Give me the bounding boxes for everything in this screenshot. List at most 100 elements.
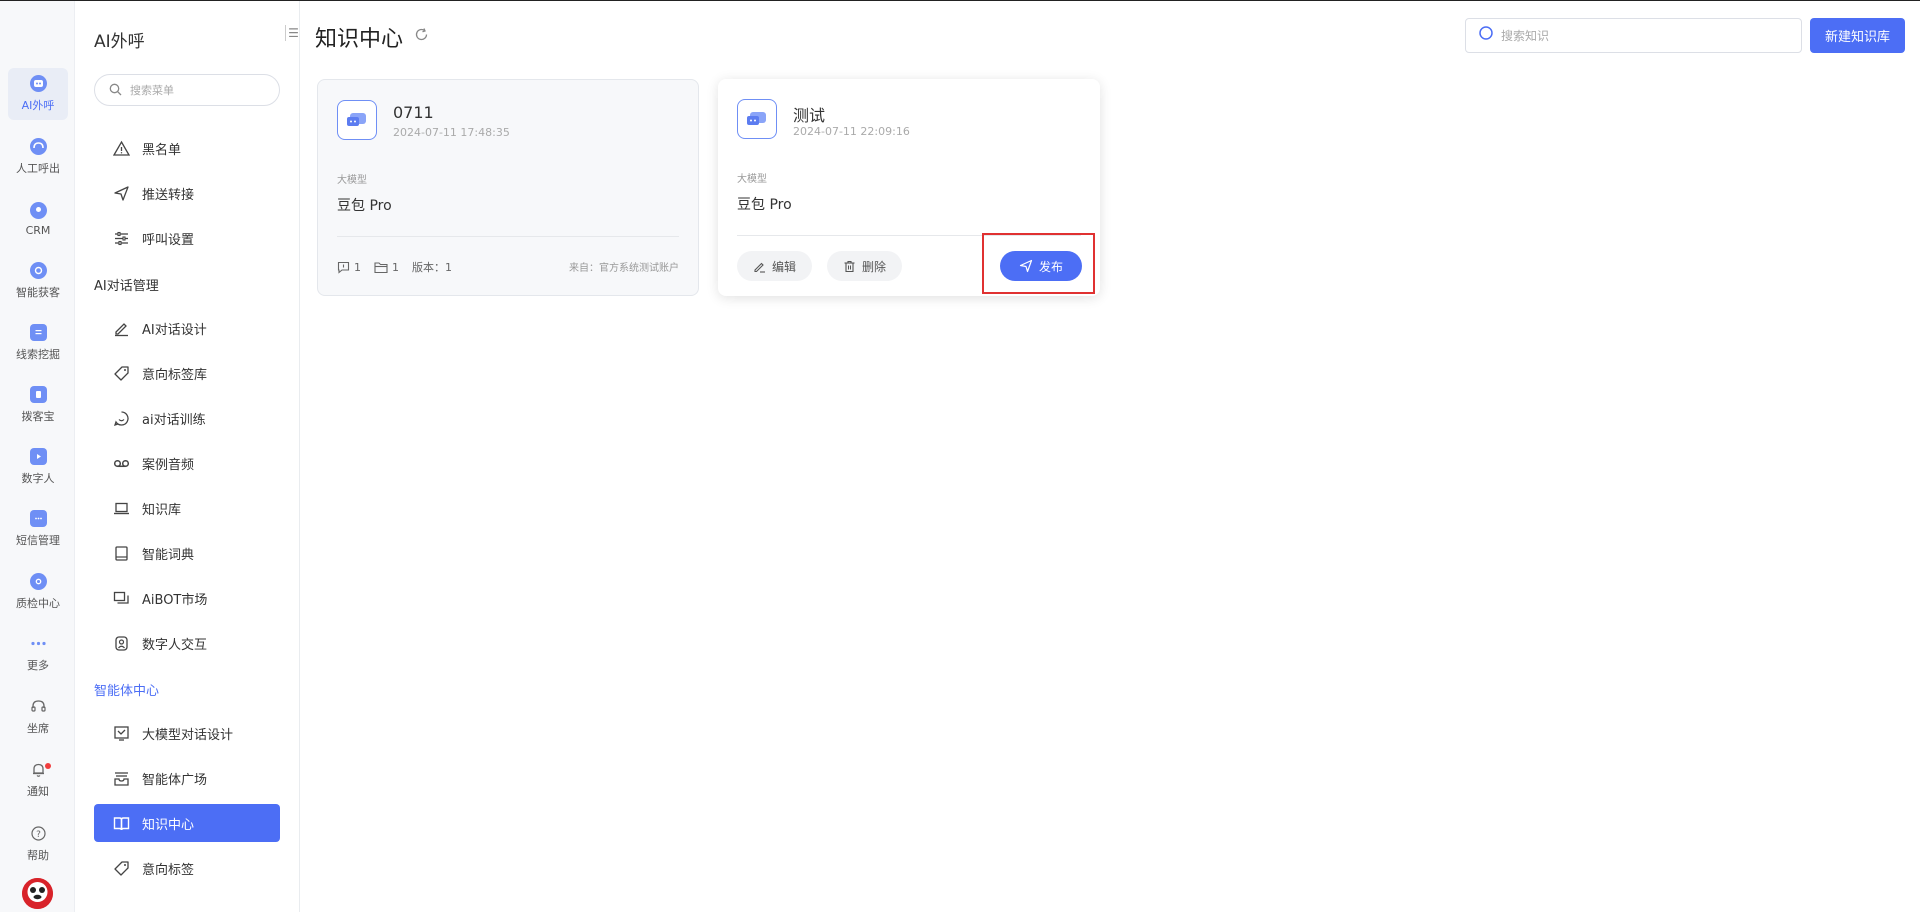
search-icon	[109, 81, 122, 100]
book-icon	[112, 544, 130, 562]
laptop-icon	[112, 499, 130, 517]
robot-icon	[29, 75, 47, 92]
card-name: 0711	[393, 103, 434, 122]
rail-label: 坐席	[27, 722, 49, 735]
icon-rail: AI外呼 人工呼出 CRM 智能获客 线索挖掘 拨客宝 数字人 短信管理 质检中…	[0, 1, 75, 912]
menu-item-llm-dialog-design[interactable]: 大模型对话设计	[94, 714, 280, 752]
rail-item-crm[interactable]: CRM	[8, 193, 68, 245]
svg-text:?: ?	[36, 830, 41, 840]
knowledge-card[interactable]: 测试 2024-07-11 22:09:16 大模型 豆包 Pro 编辑 删除 …	[718, 79, 1100, 296]
menu-search-input[interactable]	[130, 83, 270, 97]
rail-item-bokebao[interactable]: 拨客宝	[8, 379, 68, 431]
rail-item-sms[interactable]: 短信管理	[8, 503, 68, 555]
rail-label: CRM	[25, 223, 51, 237]
rail-label: 人工呼出	[16, 162, 60, 175]
menu-item-aibot-market[interactable]: AiBOT市场	[94, 579, 280, 617]
rail-item-manual-call[interactable]: 人工呼出	[8, 131, 68, 183]
menu-item-case-audio[interactable]: 案例音频	[94, 444, 280, 482]
menu-item-label: AiBOT市场	[142, 592, 208, 608]
menu-item-label: AI对话设计	[142, 322, 207, 338]
collapse-menu-icon[interactable]: ☰	[285, 25, 301, 41]
card-model: 豆包 Pro	[337, 198, 392, 214]
card-source: 来自：官方系统测试账户	[569, 263, 679, 274]
rail-item-smart-acquire[interactable]: 智能获客	[8, 255, 68, 307]
menu-item-label: ai对话训练	[142, 412, 206, 428]
menu-item-label: 智能词典	[142, 547, 195, 563]
knowledge-bot-icon	[737, 99, 777, 139]
rail-item-seat[interactable]: 坐席	[8, 691, 68, 743]
menu-item-label: 意向标签库	[142, 367, 208, 383]
card-model-label: 大模型	[737, 174, 767, 185]
tv-icon	[29, 448, 47, 465]
shield-icon	[29, 573, 47, 590]
comment-icon	[337, 261, 350, 274]
notification-dot	[45, 763, 51, 769]
avatar-icon	[112, 634, 130, 652]
user-avatar[interactable]	[22, 878, 53, 909]
refresh-icon[interactable]	[414, 27, 429, 46]
more-icon	[30, 635, 47, 652]
rail-item-notify[interactable]: 通知	[8, 754, 68, 806]
side-menu: AI外呼 ☰ 黑名单 推送转接 呼叫设置 AI对话管理 AI对话设计	[76, 1, 300, 912]
menu-item-smart-dictionary[interactable]: 智能词典	[94, 534, 280, 572]
rail-label: 线索挖掘	[16, 348, 60, 361]
menu-search-box[interactable]	[94, 74, 280, 106]
card-stats: 1 1 版本：1	[337, 259, 465, 275]
menu-item-label: 知识中心	[142, 817, 195, 833]
knowledge-search-input[interactable]	[1501, 28, 1791, 43]
card-model: 豆包 Pro	[737, 197, 792, 213]
menu-title: AI外呼	[94, 32, 145, 52]
menu-item-intent-tag-lib[interactable]: 意向标签库	[94, 354, 280, 392]
bell-icon	[30, 761, 47, 778]
menu-item-label: 智能体广场	[142, 772, 208, 788]
delete-button[interactable]: 删除	[827, 251, 903, 281]
folder-count-value: 1	[392, 260, 399, 274]
menu-item-ai-dialog-design[interactable]: AI对话设计	[94, 309, 280, 347]
delete-label: 删除	[862, 259, 887, 274]
card-time: 2024-07-11 17:48:35	[393, 126, 510, 139]
clipboard-icon	[29, 324, 47, 341]
question-count: 1	[337, 261, 361, 274]
menu-item-label: 推送转接	[142, 187, 195, 203]
menu-item-label: 大模型对话设计	[142, 727, 234, 743]
menu-item-label: 黑名单	[142, 142, 182, 158]
menu-item-knowledge-center[interactable]: 知识中心	[94, 804, 280, 842]
headphones-icon	[30, 698, 47, 715]
rail-label: 智能获客	[16, 286, 60, 299]
menu-item-label: 意向标签	[142, 862, 195, 878]
knowledge-card[interactable]: 0711 2024-07-11 17:48:35 大模型 豆包 Pro 1 1 …	[317, 79, 699, 296]
rail-item-help[interactable]: ? 帮助	[8, 818, 68, 870]
edit-label: 编辑	[772, 259, 797, 274]
warning-icon	[112, 139, 130, 157]
target-icon	[29, 262, 47, 279]
rail-item-digital-human[interactable]: 数字人	[8, 441, 68, 493]
send-icon	[1019, 259, 1033, 273]
rail-item-qa[interactable]: 质检中心	[8, 566, 68, 618]
version-text: 版本：1	[412, 261, 452, 274]
rail-item-ai-outbound[interactable]: AI外呼	[8, 68, 68, 120]
rail-label: 质检中心	[16, 597, 60, 610]
menu-item-blacklist[interactable]: 黑名单	[94, 129, 280, 167]
menu-item-knowledge-base[interactable]: 知识库	[94, 489, 280, 527]
open-book-icon	[112, 814, 130, 832]
tag-icon	[112, 859, 130, 877]
crm-icon	[29, 201, 47, 219]
knowledge-search-box[interactable]	[1465, 18, 1802, 53]
publish-button[interactable]: 发布	[1000, 251, 1082, 281]
menu-item-ai-dialog-training[interactable]: ai对话训练	[94, 399, 280, 437]
menu-item-push-transfer[interactable]: 推送转接	[94, 174, 280, 212]
menu-item-intent-tag[interactable]: 意向标签	[94, 849, 280, 887]
sliders-icon	[112, 229, 130, 247]
card-time: 2024-07-11 22:09:16	[793, 125, 910, 138]
rail-label: 拨客宝	[21, 410, 55, 423]
menu-item-label: 案例音频	[142, 457, 195, 473]
rail-label: 数字人	[21, 472, 55, 485]
rail-item-more[interactable]: 更多	[8, 628, 68, 680]
edit-button[interactable]: 编辑	[737, 251, 813, 281]
menu-item-call-settings[interactable]: 呼叫设置	[94, 219, 280, 257]
menu-item-agent-plaza[interactable]: 智能体广场	[94, 759, 280, 797]
rail-item-lead-mining[interactable]: 线索挖掘	[8, 317, 68, 369]
new-knowledge-base-button[interactable]: 新建知识库	[1810, 18, 1905, 53]
pen-icon	[112, 319, 130, 337]
menu-item-digital-human-interaction[interactable]: 数字人交互	[94, 624, 280, 662]
